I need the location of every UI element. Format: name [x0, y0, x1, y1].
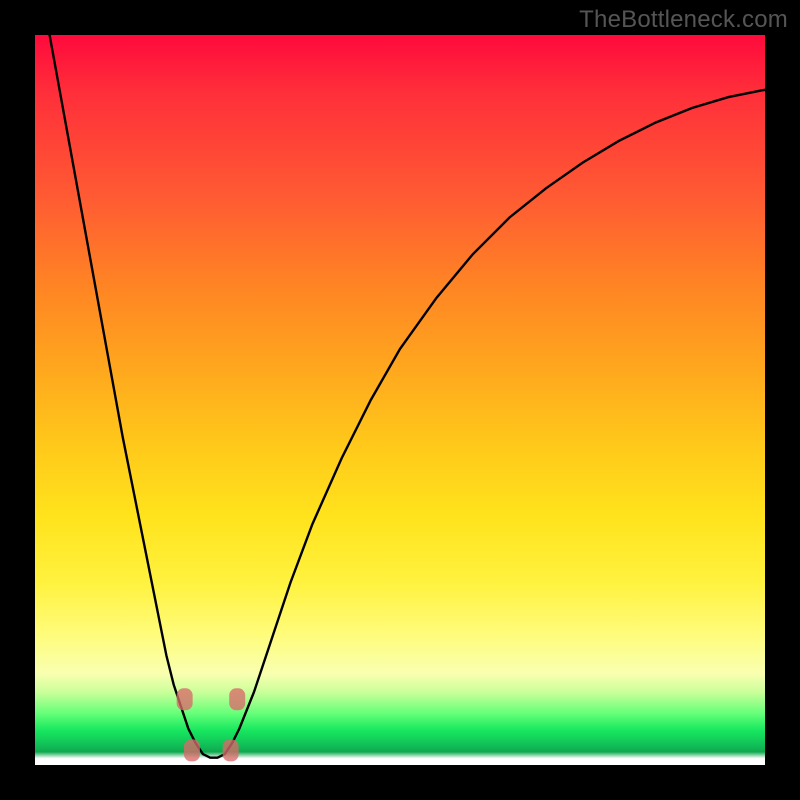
curve-layer	[35, 35, 765, 765]
bottleneck-curve	[35, 35, 765, 758]
curve-marker-1	[229, 688, 245, 710]
chart-frame: TheBottleneck.com	[0, 0, 800, 800]
curve-marker-2	[184, 739, 200, 761]
curve-marker-3	[223, 739, 239, 761]
watermark-text: TheBottleneck.com	[579, 6, 788, 34]
curve-marker-0	[177, 688, 193, 710]
plot-area	[35, 35, 765, 765]
